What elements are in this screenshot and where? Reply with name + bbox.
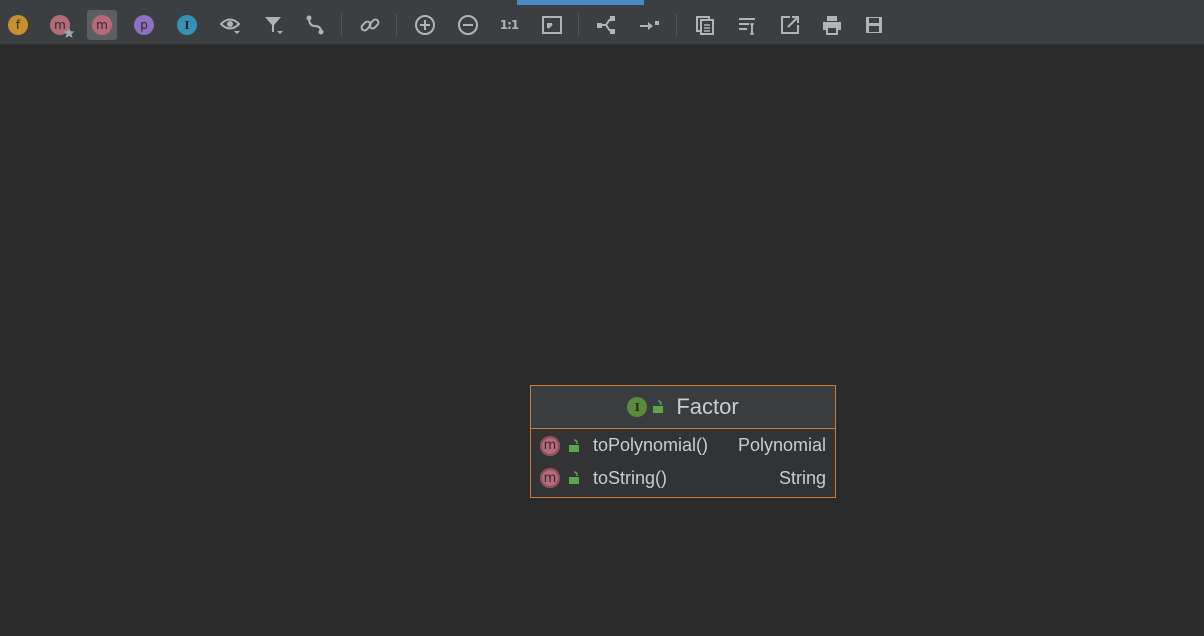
show-properties-icon: p — [134, 15, 154, 35]
class-header: I Factor — [531, 386, 835, 429]
show-fields-button[interactable]: f — [3, 10, 33, 40]
layout-icon — [597, 16, 615, 34]
method-return-type: String — [778, 467, 826, 488]
copy-button[interactable] — [690, 10, 720, 40]
eye-icon — [219, 18, 241, 34]
apply-layout-icon — [640, 21, 659, 30]
zoom-in-button[interactable] — [410, 10, 440, 40]
diagram-toolbar: f m m p I 1:1 — [0, 5, 1204, 45]
show-properties-button[interactable]: p — [129, 10, 159, 40]
export-icon — [781, 16, 799, 34]
fit-content-button[interactable] — [537, 10, 567, 40]
interface-icon: I — [627, 397, 648, 417]
filter-button[interactable] — [258, 10, 288, 40]
fit-content-icon — [542, 16, 562, 34]
class-node-factor[interactable]: I Factor m toPolynomial() Polynomial m t… — [530, 385, 836, 498]
zoom-out-button[interactable] — [453, 10, 483, 40]
member-row[interactable]: m toString() String — [531, 462, 835, 494]
show-fields-icon: f — [8, 15, 28, 35]
filter-icon — [265, 17, 283, 34]
link-icon — [360, 18, 380, 32]
align-button[interactable] — [733, 10, 763, 40]
show-inner-classes-button[interactable]: I — [172, 10, 202, 40]
show-methods-icon: m — [92, 15, 112, 35]
export-button[interactable] — [775, 10, 805, 40]
align-icon — [739, 18, 755, 35]
method-name: toString() — [593, 467, 668, 488]
method-return-type: Polynomial — [737, 435, 826, 455]
show-constructors-button[interactable]: m — [45, 10, 75, 40]
public-access-icon — [569, 438, 579, 452]
public-access-icon — [569, 471, 579, 484]
star-icon — [63, 27, 75, 38]
save-icon — [866, 17, 882, 33]
edge-routing-icon — [306, 15, 324, 35]
show-inner-classes-icon: I — [177, 15, 197, 35]
zoom-out-icon — [458, 15, 478, 35]
show-methods-button[interactable]: m — [87, 10, 117, 40]
public-access-icon — [653, 400, 664, 413]
actual-size-icon: 1:1 — [499, 18, 519, 32]
class-name: Factor — [676, 394, 739, 419]
actual-size-button[interactable]: 1:1 — [494, 10, 524, 40]
method-name: toPolynomial() — [593, 435, 709, 455]
copy-icon — [696, 16, 714, 35]
show-constructors-icon: m — [50, 15, 75, 38]
save-button[interactable] — [859, 10, 889, 40]
method-icon: m — [540, 435, 560, 456]
toolbar-separator — [396, 14, 397, 36]
print-icon — [823, 16, 841, 35]
toolbar-separator — [341, 14, 342, 36]
link-button[interactable] — [355, 10, 385, 40]
member-row[interactable]: m toPolynomial() Polynomial — [531, 429, 835, 462]
layout-button[interactable] — [591, 10, 621, 40]
toolbar-separator — [676, 14, 677, 36]
toolbar-separator — [578, 14, 579, 36]
print-button[interactable] — [817, 10, 847, 40]
method-icon: m — [540, 468, 560, 488]
apply-layout-button[interactable] — [634, 10, 664, 40]
edge-routing-button[interactable] — [300, 10, 330, 40]
visibility-button[interactable] — [215, 10, 245, 40]
zoom-in-icon — [415, 15, 435, 35]
